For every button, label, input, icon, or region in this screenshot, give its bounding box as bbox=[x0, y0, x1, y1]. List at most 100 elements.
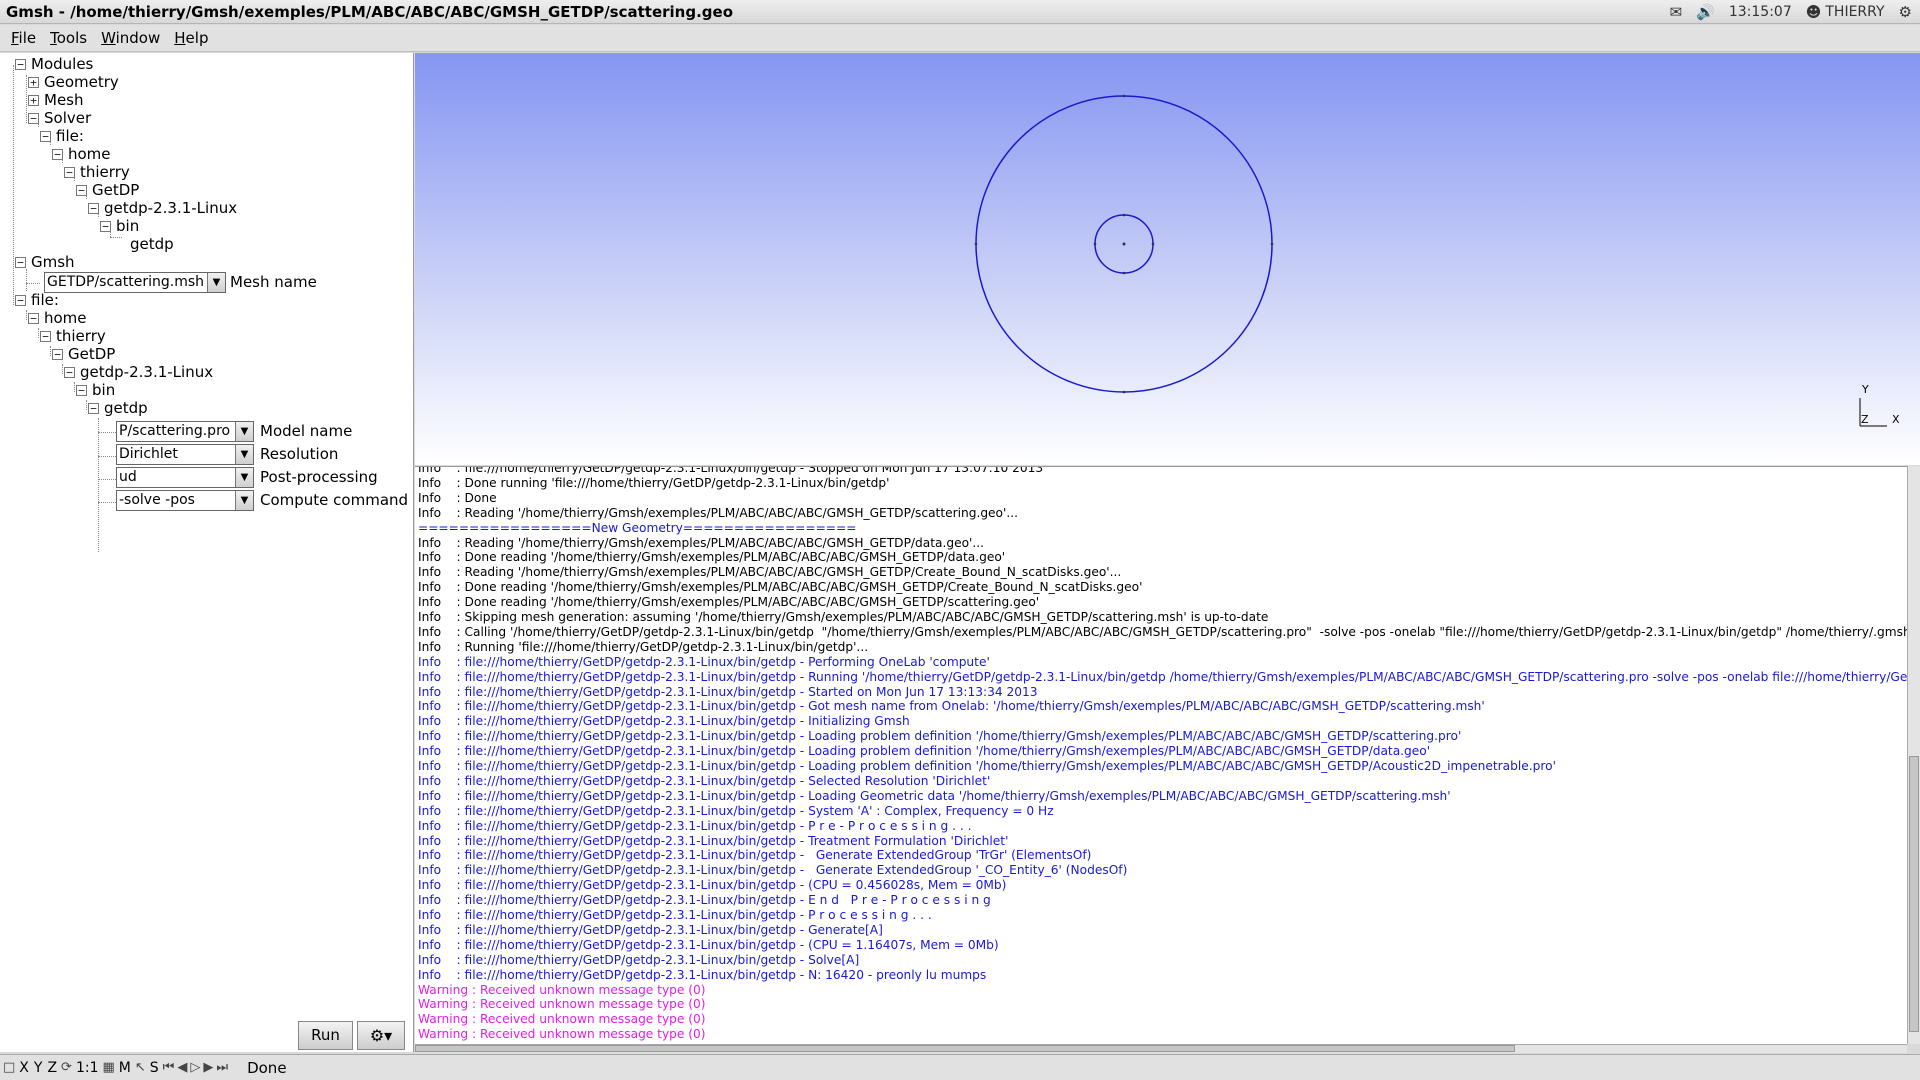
rotate-view-icon[interactable]: ⟳ bbox=[61, 1060, 72, 1075]
expand-icon[interactable]: + bbox=[28, 94, 39, 106]
volume-icon[interactable]: 🔊 bbox=[1696, 3, 1715, 21]
collapse-icon[interactable]: − bbox=[64, 366, 75, 378]
center-point bbox=[1122, 242, 1126, 246]
tree-node-getdp-2[interactable]: − getdp bbox=[88, 399, 148, 417]
tree-node-mesh[interactable]: + Mesh bbox=[28, 91, 84, 109]
chevron-down-icon[interactable]: ▼ bbox=[235, 491, 253, 510]
chevron-down-icon[interactable]: ▼ bbox=[207, 273, 225, 292]
cursor-icon[interactable]: ↖ bbox=[135, 1060, 146, 1075]
log-line: Info : Reading '/home/thierry/Gmsh/exemp… bbox=[418, 535, 985, 550]
tree-node-home[interactable]: − home bbox=[52, 145, 111, 163]
axis-label-x: X bbox=[1892, 413, 1900, 426]
collapse-icon[interactable]: − bbox=[76, 184, 87, 196]
axis-label-z: Z bbox=[1861, 413, 1869, 426]
tree-node-file[interactable]: − file: bbox=[40, 127, 84, 145]
collapse-icon[interactable]: − bbox=[88, 402, 99, 414]
tree-node-solver[interactable]: − Solver bbox=[28, 109, 91, 127]
status-message: Done bbox=[247, 1058, 287, 1077]
chevron-down-icon[interactable]: ▼ bbox=[235, 445, 253, 464]
view-y-button[interactable]: Y bbox=[33, 1060, 44, 1076]
collapse-icon[interactable]: − bbox=[64, 166, 75, 178]
tree-node-thierry-2[interactable]: − thierry bbox=[40, 327, 106, 345]
tree-node-gmsh[interactable]: − Gmsh bbox=[15, 253, 75, 271]
collapse-icon[interactable]: − bbox=[15, 294, 26, 306]
run-button[interactable]: Run bbox=[298, 1021, 353, 1050]
tree-node-home-2[interactable]: − home bbox=[28, 309, 87, 327]
menu-file[interactable]: File bbox=[4, 29, 43, 47]
rotate-icon[interactable]: □ bbox=[3, 1060, 15, 1075]
menu-window[interactable]: Window bbox=[94, 29, 167, 47]
tree-node-getdp-folder[interactable]: − GetDP bbox=[76, 181, 139, 199]
tree-node-thierry[interactable]: − thierry bbox=[64, 163, 130, 181]
resolution-select[interactable]: Dirichlet ▼ bbox=[116, 444, 254, 465]
expand-icon[interactable]: + bbox=[28, 76, 39, 88]
scale-1-1-button[interactable]: 1:1 bbox=[75, 1060, 100, 1076]
collapse-icon[interactable]: − bbox=[28, 112, 39, 124]
log-line: Info : file:///home/thierry/GetDP/getdp-… bbox=[418, 654, 990, 669]
settings-gear-icon[interactable]: ⚙ bbox=[1899, 3, 1912, 21]
collapse-icon[interactable]: − bbox=[40, 130, 51, 142]
projection-icon[interactable]: ▦ bbox=[102, 1060, 114, 1075]
tree-node-file-2[interactable]: − file: bbox=[15, 291, 59, 309]
first-step-icon[interactable]: ⏮ bbox=[163, 1060, 175, 1075]
screenshot-button[interactable]: S bbox=[149, 1060, 160, 1076]
tree-node-bin[interactable]: − bin bbox=[100, 217, 139, 235]
console-horizontal-scrollbar[interactable] bbox=[415, 1044, 1907, 1053]
mesh-name-select[interactable]: GETDP/scattering.msh ▼ bbox=[44, 272, 226, 293]
user-menu[interactable]: ☻ THIERRY bbox=[1806, 3, 1885, 21]
log-line: Info : file:///home/thierry/GetDP/getdp-… bbox=[418, 744, 1431, 759]
model-name-select[interactable]: P/scattering.pro ▼ bbox=[116, 421, 254, 442]
post-processing-label: Post-processing bbox=[260, 468, 378, 486]
scroll-thumb[interactable] bbox=[415, 1045, 1515, 1052]
mouse-selection-button[interactable]: M bbox=[118, 1060, 132, 1076]
collapse-icon[interactable]: − bbox=[28, 312, 39, 324]
console-vertical-scrollbar[interactable] bbox=[1907, 466, 1920, 1044]
log-line: Info : file:///home/thierry/GetDP/getdp-… bbox=[418, 759, 1556, 773]
tree-node-geometry[interactable]: + Geometry bbox=[28, 73, 119, 91]
collapse-icon[interactable]: − bbox=[15, 58, 26, 70]
compute-command-select[interactable]: -solve -pos ▼ bbox=[116, 490, 254, 511]
graphics-viewport[interactable] bbox=[415, 53, 1920, 465]
menu-tools[interactable]: Tools bbox=[43, 29, 94, 47]
tree-node-getdp[interactable]: getdp bbox=[130, 235, 174, 253]
chevron-down-icon[interactable]: ▼ bbox=[235, 468, 253, 487]
collapse-icon[interactable]: − bbox=[52, 148, 63, 160]
menu-help[interactable]: Help bbox=[167, 29, 215, 47]
tree-node-getdp-folder-2[interactable]: − GetDP bbox=[52, 345, 115, 363]
last-step-icon[interactable]: ⏭ bbox=[216, 1060, 228, 1075]
compute-command-label: Compute command bbox=[260, 491, 409, 509]
collapse-icon[interactable]: − bbox=[88, 202, 99, 214]
tree-node-getdp-linux-2[interactable]: − getdp-2.3.1-Linux bbox=[64, 363, 213, 381]
chevron-down-icon[interactable]: ▼ bbox=[235, 422, 253, 441]
log-line: Info : file:///home/thierry/GetDP/getdp-… bbox=[418, 908, 932, 922]
tree-node-getdp-linux[interactable]: − getdp-2.3.1-Linux bbox=[88, 199, 237, 217]
collapse-icon[interactable]: − bbox=[100, 220, 111, 232]
point-right bbox=[1270, 242, 1274, 246]
tree-node-bin-2[interactable]: − bin bbox=[76, 381, 115, 399]
solver-options-button[interactable]: ⚙▾ bbox=[357, 1021, 405, 1050]
next-step-icon[interactable]: ▶ bbox=[203, 1060, 213, 1075]
collapse-icon[interactable]: − bbox=[15, 256, 26, 268]
collapse-icon[interactable]: − bbox=[76, 384, 87, 396]
collapse-icon[interactable]: − bbox=[40, 330, 51, 342]
view-z-button[interactable]: Z bbox=[46, 1060, 58, 1076]
system-tray: ✉ 🔊 13:15:07 ☻ THIERRY ⚙ bbox=[1670, 3, 1920, 21]
collapse-icon[interactable]: − bbox=[52, 348, 63, 360]
play-icon[interactable]: ▷ bbox=[190, 1060, 200, 1075]
post-processing-select[interactable]: ud ▼ bbox=[116, 467, 254, 488]
clock[interactable]: 13:15:07 bbox=[1729, 4, 1792, 20]
log-line: Info : Done reading '/home/thierry/Gmsh/… bbox=[418, 550, 1006, 565]
log-line: Info : file:///home/thierry/GetDP/getdp-… bbox=[418, 833, 1009, 848]
mail-icon[interactable]: ✉ bbox=[1670, 3, 1683, 21]
log-line: Info : file:///home/thierry/GetDP/getdp-… bbox=[418, 863, 1128, 878]
message-console[interactable]: Info : file:///home/thierry/GetDP/getdp-… bbox=[415, 466, 1907, 1044]
log-line: Info : file:///home/thierry/GetDP/getdp-… bbox=[418, 878, 1007, 893]
log-line: Warning : Received unknown message type … bbox=[418, 997, 706, 1012]
tree-node-modules[interactable]: − Modules bbox=[15, 55, 93, 73]
resolution-value: Dirichlet bbox=[119, 446, 178, 462]
mesh-name-label: Mesh name bbox=[230, 273, 317, 291]
view-x-button[interactable]: X bbox=[18, 1060, 30, 1076]
scroll-thumb[interactable] bbox=[1909, 756, 1919, 1032]
previous-step-icon[interactable]: ◀ bbox=[177, 1060, 187, 1075]
user-icon: ☻ bbox=[1805, 2, 1822, 21]
